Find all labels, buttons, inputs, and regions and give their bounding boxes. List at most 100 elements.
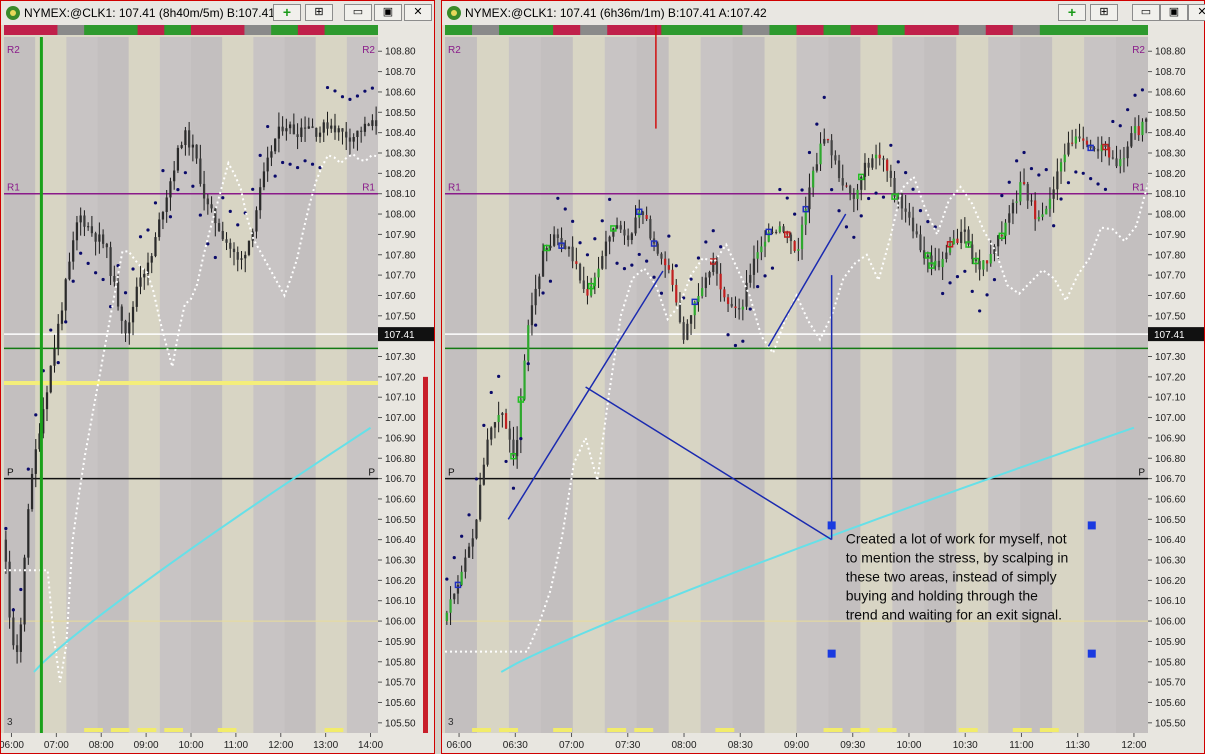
sar-dot (563, 207, 567, 211)
sar-dot (519, 437, 523, 441)
blue-square-marker (827, 649, 836, 658)
sar-dot (131, 267, 135, 271)
candle-body (139, 277, 142, 287)
candle-body (352, 136, 355, 142)
candle-body (553, 234, 556, 246)
y-tick-label: 106.50 (385, 515, 416, 526)
volume-marker (634, 728, 654, 732)
candle-body (143, 273, 146, 278)
sar-dot (548, 279, 553, 283)
price-chart-right[interactable]: R2 R2 R1 R1 P P 3 108.80 108.70 108.60 108.50 108.4… (442, 25, 1204, 753)
annotation-text-line: Created a lot of work for myself, not (846, 531, 1067, 547)
candle-body (277, 126, 281, 139)
candle-body (834, 155, 837, 161)
y-tick-label: 105.80 (1155, 657, 1186, 668)
minimize-button[interactable]: ▭ (344, 4, 372, 21)
sar-dot (733, 343, 738, 348)
candle-body (601, 256, 604, 269)
blue-square-marker (827, 521, 836, 530)
x-tick-label: 08:30 (728, 740, 753, 751)
candle-body (516, 440, 519, 457)
title-bar[interactable]: NYMEX:@CLK1: 107.41 (6h36m/1m) B:107.41 … (442, 1, 1205, 26)
candle-body (467, 546, 471, 558)
candle-body (124, 320, 127, 334)
candle-body (530, 305, 534, 326)
blue-square-marker (1087, 649, 1096, 658)
session-band (860, 37, 893, 733)
candle-body (337, 128, 340, 133)
candle-body (897, 193, 900, 197)
y-tick-label: 108.20 (1155, 169, 1186, 180)
sar-dot (830, 188, 834, 192)
y-tick-label: 106.10 (1155, 596, 1186, 607)
candle-body (311, 126, 314, 128)
sar-dot (800, 188, 804, 192)
sar-dot (4, 526, 8, 531)
candle-body (919, 234, 922, 251)
y-tick-label: 105.70 (1155, 678, 1186, 689)
candle-body (697, 296, 700, 302)
candle-body (225, 239, 228, 243)
sar-dot (1037, 173, 1041, 177)
sar-dot (578, 241, 582, 245)
candle-body (158, 219, 161, 238)
minimize-button[interactable]: ▭ (1132, 4, 1160, 21)
x-tick-label: 11:00 (1009, 740, 1034, 751)
candle-body (952, 238, 955, 245)
r1-label: R1 (448, 183, 461, 194)
volume-bar (423, 376, 428, 733)
candle-body (75, 222, 79, 241)
close-button[interactable]: ✕ (1188, 4, 1205, 21)
candle-body (206, 198, 209, 205)
candle-body (53, 348, 56, 366)
y-tick-label: 107.00 (385, 413, 416, 424)
candle-body (1074, 136, 1077, 144)
market-strip-segment (526, 25, 554, 35)
candle-body (726, 297, 730, 304)
y-tick-label: 107.10 (1155, 393, 1186, 404)
y-tick-label: 107.80 (1155, 250, 1186, 261)
market-strip-segment (30, 25, 58, 35)
candle-body (974, 259, 978, 262)
chart-window-right[interactable]: NYMEX:@CLK1: 107.41 (6h36m/1m) B:107.41 … (441, 0, 1205, 754)
sar-dot (585, 253, 590, 257)
add-button[interactable]: + (273, 4, 301, 21)
sar-dot (213, 255, 217, 260)
x-tick-label: 08:00 (89, 740, 114, 751)
maximize-button[interactable]: ▣ (1160, 4, 1188, 21)
add-button[interactable]: + (1058, 4, 1086, 21)
maximize-button[interactable]: ▣ (374, 4, 402, 21)
candle-body (819, 143, 822, 165)
link-button[interactable]: ⊞ (1090, 4, 1118, 21)
price-chart-left[interactable]: R2 R2 R1 R1 P P 3 108.80 108.70 108.60 108.50 108.4… (1, 25, 434, 753)
candle-body (963, 229, 966, 232)
sar-dot (1126, 108, 1130, 112)
candle-body (60, 310, 64, 324)
volume-marker (472, 728, 491, 732)
sar-dot (79, 251, 83, 255)
sar-dot (1059, 197, 1063, 201)
sar-dot (770, 266, 775, 270)
chart-window-left[interactable]: NYMEX:@CLK1: 107.41 (8h40m/5m) B:107.41 … (0, 0, 435, 754)
sar-dot (704, 240, 708, 244)
volume-marker (499, 728, 519, 732)
sar-dot (541, 291, 545, 295)
x-tick-label: 07:00 (44, 740, 69, 751)
link-button[interactable]: ⊞ (305, 4, 333, 21)
sar-dot (1074, 170, 1078, 174)
candle-body (856, 189, 859, 199)
close-button[interactable]: ✕ (404, 4, 432, 21)
title-bar[interactable]: NYMEX:@CLK1: 107.41 (8h40m/5m) B:107.41 … (1, 1, 434, 26)
candle-body (1119, 159, 1122, 167)
sar-dot (711, 229, 715, 233)
candle-body (749, 274, 752, 283)
candle-body (930, 255, 933, 266)
sar-dot (763, 274, 767, 278)
sar-dot (785, 196, 789, 200)
candle-body (27, 509, 30, 558)
sar-dot (600, 219, 604, 223)
market-strip-segment (904, 25, 933, 35)
candle-body (826, 138, 830, 141)
sar-dot (489, 390, 493, 395)
sar-dot (146, 228, 150, 232)
